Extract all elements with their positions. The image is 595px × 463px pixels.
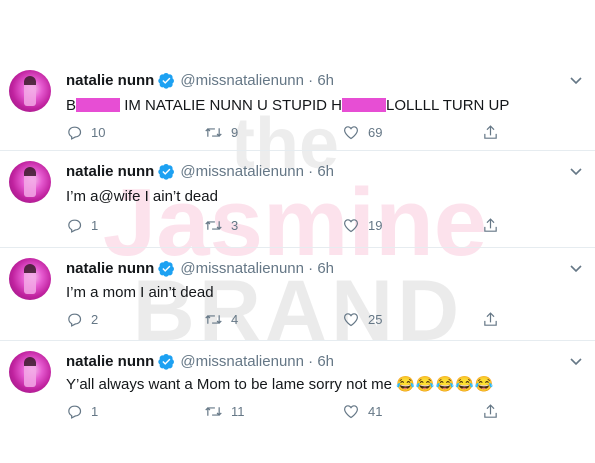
display-name[interactable]: natalie nunn: [66, 72, 154, 89]
tweet-actions: 1 3 19: [66, 217, 506, 235]
retweet-button[interactable]: 3: [204, 217, 238, 234]
share-icon: [484, 125, 497, 139]
tweet-header: natalie nunn @missnatalienunn · 6h: [66, 71, 335, 89]
censor-block: [76, 98, 121, 112]
tweet-actions: 1 11 41: [66, 403, 506, 421]
reply-count: 2: [91, 312, 99, 327]
display-name[interactable]: natalie nunn: [66, 353, 154, 370]
handle[interactable]: @missnatalienunn: [180, 260, 304, 277]
reply-icon: [68, 405, 82, 419]
like-count: 41: [368, 404, 383, 419]
handle[interactable]: @missnatalienunn: [180, 72, 304, 89]
like-icon: [344, 313, 358, 327]
chevron-down-icon[interactable]: [568, 353, 584, 369]
tweet-text: I’m a@wife I ain’t dead: [66, 188, 218, 205]
avatar[interactable]: [9, 258, 51, 300]
retweet-count: 9: [231, 125, 239, 140]
reply-button[interactable]: 10: [66, 124, 105, 141]
retweet-button[interactable]: 4: [204, 311, 238, 328]
retweet-count: 11: [231, 404, 245, 419]
verified-badge-icon: [158, 72, 175, 89]
tweet[interactable]: natalie nunn @missnatalienunn · 6h B IM …: [0, 0, 595, 150]
tweet-header: natalie nunn @missnatalienunn · 6h: [66, 352, 335, 370]
tweet-text: I’m a mom I ain’t dead: [66, 284, 214, 301]
retweet-icon: [205, 315, 222, 324]
share-icon: [484, 218, 497, 232]
like-button[interactable]: 25: [342, 311, 382, 328]
retweet-count: 4: [231, 312, 239, 327]
avatar[interactable]: [9, 161, 51, 203]
censor-block: [341, 98, 386, 112]
tweet[interactable]: natalie nunn @missnatalienunn · 6h Y’all…: [0, 341, 595, 441]
verified-badge-icon: [158, 353, 175, 370]
tweet[interactable]: natalie nunn @missnatalienunn · 6h I’m a…: [0, 151, 595, 247]
tweet-header: natalie nunn @missnatalienunn · 6h: [66, 259, 335, 277]
like-icon: [344, 405, 358, 419]
chevron-down-icon[interactable]: [568, 163, 584, 179]
retweet-icon: [205, 128, 222, 137]
laughing-emoji: 😂😂😂😂😂: [396, 376, 495, 393]
share-button[interactable]: [482, 403, 507, 420]
reply-button[interactable]: 1: [66, 217, 98, 234]
tweet-actions: 2 4 25: [66, 311, 506, 329]
share-icon: [484, 404, 497, 418]
retweet-button[interactable]: 11: [204, 403, 245, 420]
like-count: 69: [368, 125, 383, 140]
share-button[interactable]: [482, 124, 507, 141]
like-icon: [344, 219, 358, 233]
chevron-down-icon[interactable]: [568, 72, 584, 88]
retweet-icon: [205, 221, 222, 230]
like-button[interactable]: 69: [342, 124, 382, 141]
like-count: 19: [368, 218, 383, 233]
share-button[interactable]: [482, 217, 507, 234]
handle[interactable]: @missnatalienunn: [180, 353, 304, 370]
retweet-icon: [205, 407, 222, 416]
tweet-header: natalie nunn @missnatalienunn · 6h: [66, 162, 335, 180]
verified-badge-icon: [158, 163, 175, 180]
tweet-actions: 10 9 69: [66, 124, 506, 142]
retweet-count: 3: [231, 218, 239, 233]
reply-count: 1: [91, 404, 99, 419]
tweet-text: Y’all always want a Mom to be lame sorry…: [66, 376, 495, 393]
avatar[interactable]: [9, 351, 51, 393]
reply-icon: [68, 219, 82, 233]
tweet-text: B IM NATALIE NUNN U STUPID H LOLLLL TURN …: [66, 97, 510, 114]
tweet[interactable]: natalie nunn @missnatalienunn · 6h I’m a…: [0, 248, 595, 340]
like-button[interactable]: 41: [342, 403, 382, 420]
display-name[interactable]: natalie nunn: [66, 260, 154, 277]
like-count: 25: [368, 312, 383, 327]
chevron-down-icon[interactable]: [568, 260, 584, 276]
timestamp[interactable]: 6h: [317, 260, 334, 277]
reply-icon: [68, 313, 82, 327]
reply-button[interactable]: 1: [66, 403, 98, 420]
reply-button[interactable]: 2: [66, 311, 98, 328]
share-icon: [484, 312, 497, 326]
retweet-button[interactable]: 9: [204, 124, 238, 141]
verified-badge-icon: [158, 260, 175, 277]
timestamp[interactable]: 6h: [317, 72, 334, 89]
like-icon: [344, 126, 358, 140]
reply-count: 10: [91, 125, 106, 140]
timestamp[interactable]: 6h: [317, 353, 334, 370]
timestamp[interactable]: 6h: [317, 163, 334, 180]
avatar[interactable]: [9, 70, 51, 112]
reply-count: 1: [91, 218, 99, 233]
reply-icon: [68, 126, 82, 140]
display-name[interactable]: natalie nunn: [66, 163, 154, 180]
handle[interactable]: @missnatalienunn: [180, 163, 304, 180]
share-button[interactable]: [482, 311, 507, 328]
like-button[interactable]: 19: [342, 217, 382, 234]
